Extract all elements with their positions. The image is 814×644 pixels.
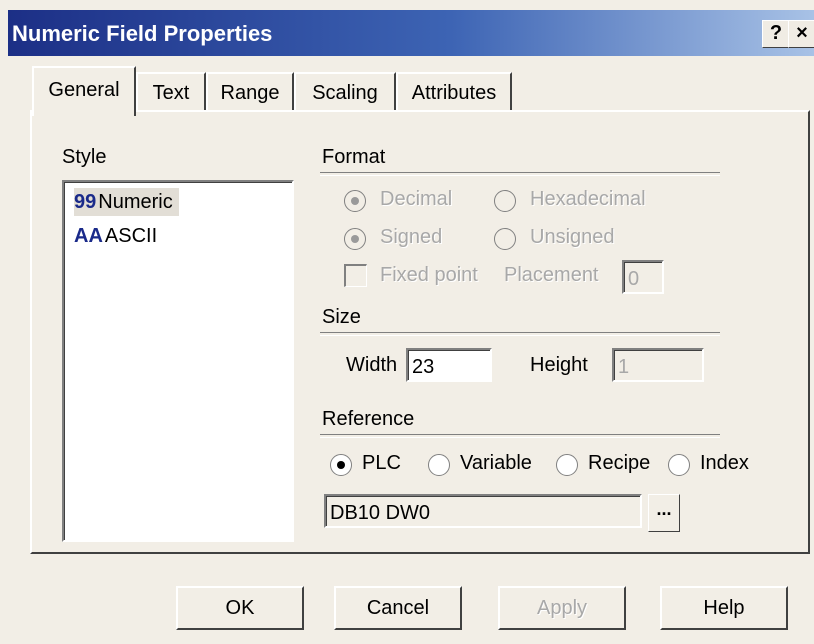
reference-address-field[interactable]: DB10 DW0 (324, 494, 642, 528)
plc-label: PLC (362, 452, 401, 474)
tab-general[interactable]: General (32, 66, 136, 116)
reference-divider (320, 434, 720, 438)
style-label: Style (62, 146, 107, 168)
tab-text[interactable]: Text (136, 72, 206, 112)
size-label: Size (322, 306, 361, 328)
tab-attributes[interactable]: Attributes (396, 72, 512, 112)
recipe-label: Recipe (588, 452, 651, 474)
variable-label: Variable (460, 452, 532, 474)
title-bar: Numeric Field Properties ? × (8, 10, 814, 56)
window-title: Numeric Field Properties (12, 21, 273, 46)
width-field[interactable]: 23 (406, 348, 492, 382)
height-field[interactable]: 1 (612, 348, 704, 382)
numeric-glyph-icon: 99 (74, 191, 97, 213)
unsigned-radio[interactable] (494, 228, 516, 250)
browse-button[interactable]: ... (648, 494, 680, 532)
variable-radio[interactable] (428, 454, 450, 476)
ascii-glyph-icon: AA (74, 225, 103, 247)
fixed-point-label: Fixed point (380, 264, 478, 286)
index-radio[interactable] (668, 454, 690, 476)
list-item-label: Numeric (98, 191, 173, 213)
recipe-radio[interactable] (556, 454, 578, 476)
list-item-ascii[interactable]: AA ASCII (74, 222, 163, 250)
decimal-label: Decimal (380, 188, 453, 210)
fixed-point-checkbox[interactable] (344, 264, 367, 287)
dialog-window: Numeric Field Properties ? × General Tex… (0, 0, 814, 644)
format-divider (320, 172, 720, 176)
size-divider (320, 332, 720, 336)
help-button[interactable]: Help (660, 586, 788, 630)
index-label: Index (700, 452, 749, 474)
list-item-label: ASCII (104, 225, 158, 247)
tab-scaling[interactable]: Scaling (294, 72, 396, 112)
ok-button[interactable]: OK (176, 586, 304, 630)
help-title-button[interactable]: ? (762, 20, 790, 48)
tab-range[interactable]: Range (206, 72, 294, 112)
signed-radio[interactable] (344, 228, 366, 250)
plc-radio[interactable] (330, 454, 352, 476)
apply-button[interactable]: Apply (498, 586, 626, 630)
list-item-numeric[interactable]: 99 Numeric (74, 188, 179, 216)
placement-field[interactable]: 0 (622, 260, 664, 294)
placement-label: Placement (504, 264, 599, 286)
cancel-button[interactable]: Cancel (334, 586, 462, 630)
signed-label: Signed (380, 226, 443, 248)
format-label: Format (322, 146, 386, 168)
width-label: Width (346, 354, 398, 376)
decimal-radio[interactable] (344, 190, 366, 212)
height-label: Height (530, 354, 588, 376)
reference-label: Reference (322, 408, 415, 430)
style-listbox[interactable]: 99 Numeric AA ASCII (62, 180, 294, 542)
hexadecimal-radio[interactable] (494, 190, 516, 212)
close-title-button[interactable]: × (788, 20, 814, 48)
hexadecimal-label: Hexadecimal (530, 188, 646, 210)
unsigned-label: Unsigned (530, 226, 615, 248)
